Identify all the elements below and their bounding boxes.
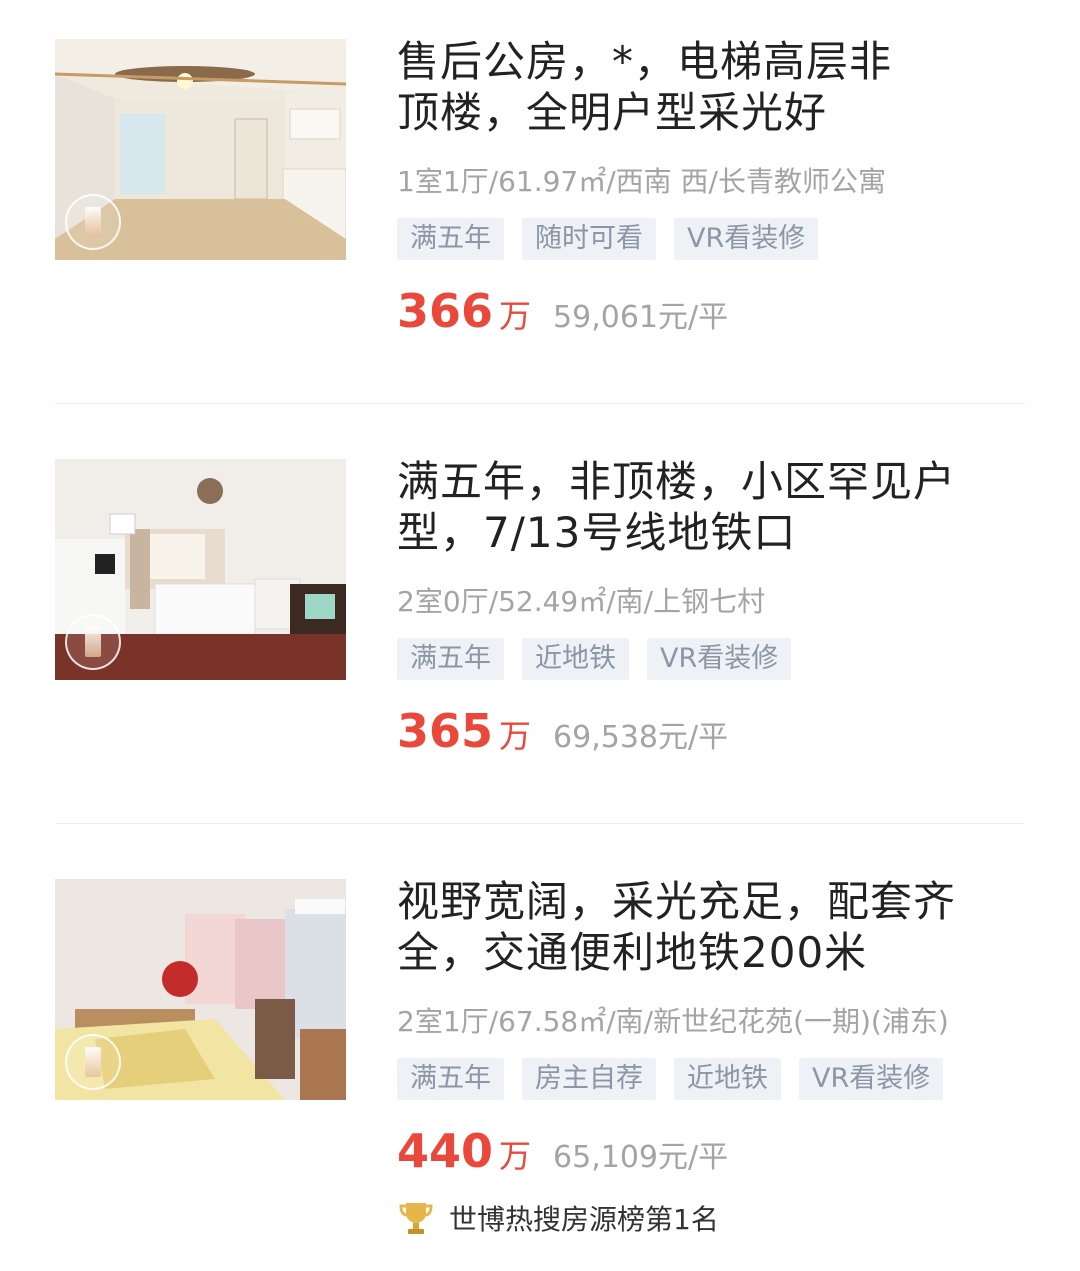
tag: VR看装修 — [799, 1058, 944, 1100]
price-row: 440 万 65,109元/平 — [397, 1124, 728, 1178]
listing-title[interactable]: 视野宽阔，采光充足，配套齐 全，交通便利地铁200米 — [397, 876, 1037, 978]
tag: 近地铁 — [674, 1058, 781, 1100]
total-price: 440 — [397, 1124, 494, 1178]
price-row: 366 万 59,061元/平 — [397, 284, 728, 338]
price-unit: 万 — [499, 297, 532, 335]
tag-list: 满五年 近地铁 VR看装修 — [397, 638, 792, 680]
tag: 随时可看 — [522, 218, 656, 260]
divider — [55, 823, 1025, 824]
tag: VR看装修 — [647, 638, 792, 680]
tag-list: 满五年 房主自荐 近地铁 VR看装修 — [397, 1058, 944, 1100]
listing-photo[interactable] — [55, 39, 346, 260]
vr-icon — [65, 1034, 121, 1090]
price-unit: 万 — [499, 717, 532, 755]
listing-meta: 2室1厅/67.58㎡/南/新世纪花苑(一期)(浦东) — [397, 1005, 949, 1038]
tag: 近地铁 — [522, 638, 629, 680]
unit-price: 59,061元/平 — [553, 300, 729, 335]
price-unit: 万 — [499, 1137, 532, 1175]
ranking-badge[interactable]: 世博热搜房源榜第1名 — [397, 1198, 719, 1238]
listing-meta: 2室0厅/52.49㎡/南/上钢七村 — [397, 585, 766, 618]
total-price: 365 — [397, 704, 494, 758]
listing-meta: 1室1厅/61.97㎡/西南 西/长青教师公寓 — [397, 165, 886, 198]
unit-price: 69,538元/平 — [553, 720, 729, 755]
trophy-icon — [399, 1203, 433, 1234]
tag: 满五年 — [397, 218, 504, 260]
total-price: 366 — [397, 284, 494, 338]
tag: 满五年 — [397, 638, 504, 680]
vr-icon — [65, 614, 121, 670]
vr-icon — [65, 194, 121, 250]
tag: 满五年 — [397, 1058, 504, 1100]
tag: 房主自荐 — [522, 1058, 656, 1100]
listing-photo[interactable] — [55, 879, 346, 1100]
tag: VR看装修 — [674, 218, 819, 260]
ranking-text: 世博热搜房源榜第1名 — [449, 1203, 719, 1236]
price-row: 365 万 69,538元/平 — [397, 704, 728, 758]
listing-title[interactable]: 满五年，非顶楼，小区罕见户 型，7/13号线地铁口 — [397, 456, 1037, 558]
tag-list: 满五年 随时可看 VR看装修 — [397, 218, 819, 260]
divider — [55, 403, 1025, 404]
unit-price: 65,109元/平 — [553, 1140, 729, 1175]
listing-title[interactable]: 售后公房，*，电梯高层非 顶楼，全明户型采光好 — [397, 36, 1037, 138]
listing-photo[interactable] — [55, 459, 346, 680]
